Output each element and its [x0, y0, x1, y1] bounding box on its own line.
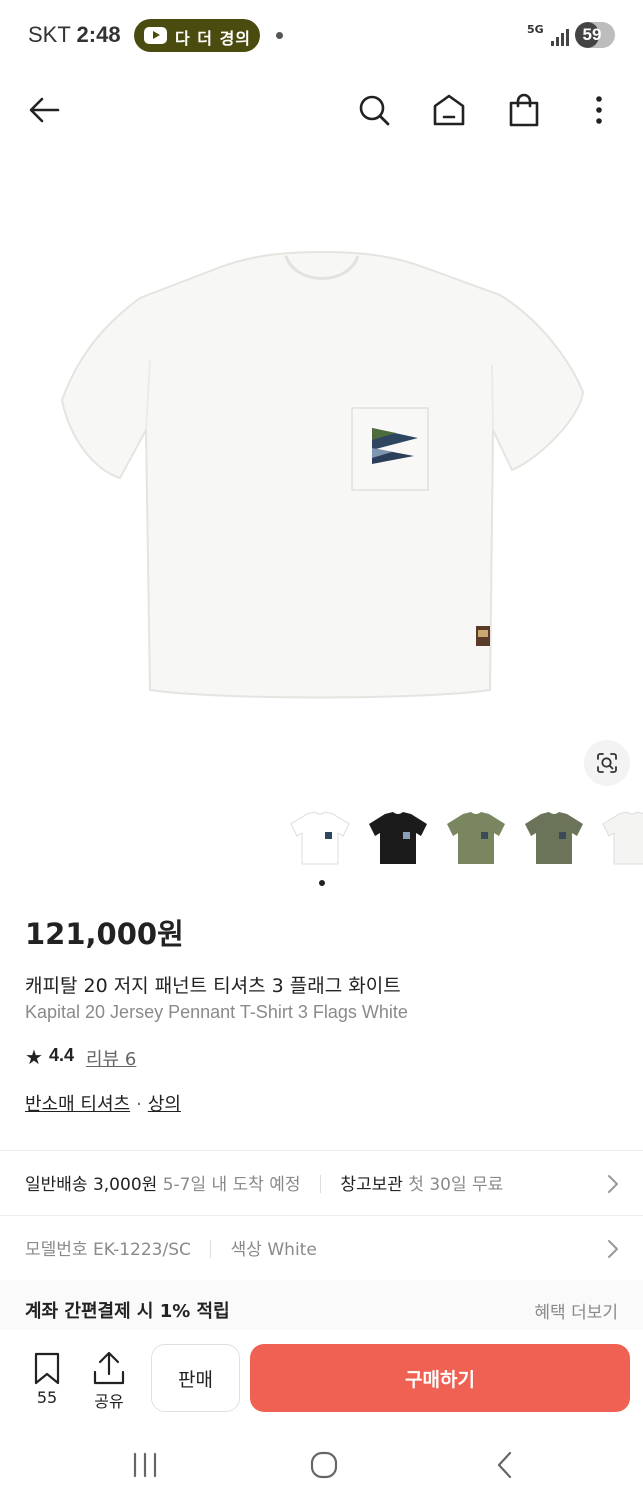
category-link-top[interactable]: 상의	[148, 1094, 181, 1115]
storage-info: 첫 30일 무료	[408, 1175, 504, 1195]
image-search-button[interactable]	[584, 740, 630, 786]
carousel-indicator-dot	[319, 880, 325, 886]
product-main-image[interactable]	[0, 160, 643, 800]
category-separator: ·	[136, 1094, 142, 1115]
carrier-label: SKT	[28, 22, 71, 47]
review-link[interactable]: 리뷰 6	[86, 1045, 136, 1071]
share-icon	[93, 1351, 125, 1385]
sell-button[interactable]: 판매	[151, 1344, 240, 1412]
shopping-bag-icon[interactable]	[504, 90, 544, 130]
product-price: 121,000원	[25, 917, 184, 951]
status-bar: SKT 2:48 다 더 경의 5G 59	[0, 0, 643, 70]
system-nav-bar	[0, 1430, 643, 1500]
rating-value: 4.4	[49, 1045, 75, 1065]
bookmark-icon	[34, 1352, 60, 1385]
share-button[interactable]: 공유	[85, 1350, 133, 1411]
delivery-title: 일반배송 3,000원	[25, 1175, 158, 1195]
signal-icon	[551, 26, 571, 46]
delivery-info-row[interactable]: 일반배송 3,000원 5-7일 내 도착 예정 창고보관 첫 30일 무료	[25, 1170, 620, 1198]
product-name-english: Kapital 20 Jersey Pennant T-Shirt 3 Flag…	[25, 1002, 408, 1022]
vertical-separator	[210, 1240, 212, 1258]
battery-icon: 59	[575, 22, 615, 48]
bookmark-button[interactable]: 55	[23, 1350, 71, 1410]
status-carrier-time: SKT 2:48	[28, 22, 121, 48]
star-icon: ★	[25, 1045, 43, 1069]
back-arrow-icon[interactable]	[24, 90, 64, 130]
benefit-more-link[interactable]: 혜택 더보기	[534, 1298, 618, 1323]
more-vertical-icon[interactable]	[579, 90, 619, 130]
benefit-title: 계좌 간편결제 시 1% 적립	[25, 1301, 230, 1322]
home-nav-icon[interactable]	[306, 1447, 342, 1483]
network-type-label: 5G	[527, 23, 544, 36]
thumbnail-white[interactable]	[285, 808, 355, 870]
youtube-icon	[144, 27, 167, 44]
image-search-icon	[597, 753, 617, 773]
media-pill-text: 다 더 경의	[175, 29, 252, 48]
notification-dot-icon	[276, 32, 283, 39]
battery-percent: 59	[582, 25, 602, 44]
color-thumbnail-strip	[285, 808, 643, 870]
divider	[0, 1150, 643, 1151]
thumbnail-khaki[interactable]	[519, 808, 589, 870]
model-number: 모델번호 EK-1223/SC	[25, 1240, 191, 1260]
thumbnail-ivory[interactable]	[597, 808, 643, 870]
chevron-right-icon	[608, 1175, 618, 1193]
thumbnail-black[interactable]	[363, 808, 433, 870]
vertical-separator	[319, 1175, 321, 1193]
storage-title: 창고보관	[340, 1175, 403, 1195]
media-notification-pill[interactable]: 다 더 경의	[134, 19, 260, 52]
home-icon[interactable]	[429, 90, 469, 130]
chevron-right-icon	[608, 1240, 618, 1258]
divider	[0, 1215, 643, 1216]
thumbnail-olive[interactable]	[441, 808, 511, 870]
back-nav-icon[interactable]	[490, 1449, 520, 1481]
recent-apps-icon[interactable]	[128, 1450, 162, 1480]
clock: 2:48	[76, 22, 121, 47]
share-label: 공유	[94, 1392, 124, 1411]
bookmark-count: 55	[36, 1388, 58, 1407]
delivery-eta: 5-7일 내 도착 예정	[162, 1175, 301, 1195]
category-breadcrumb: 반소매 티셔츠 · 상의	[25, 1090, 181, 1116]
product-name-korean: 캐피탈 20 저지 패넌트 티셔츠 3 플래그 화이트	[25, 975, 401, 997]
search-icon[interactable]	[354, 90, 394, 130]
top-nav-bar	[0, 75, 643, 145]
model-info-row[interactable]: 모델번호 EK-1223/SC 색상 White	[25, 1235, 620, 1263]
category-link-short-sleeve[interactable]: 반소매 티셔츠	[25, 1094, 130, 1115]
color-info: 색상 White	[230, 1240, 317, 1260]
buy-button[interactable]: 구매하기	[250, 1344, 630, 1412]
